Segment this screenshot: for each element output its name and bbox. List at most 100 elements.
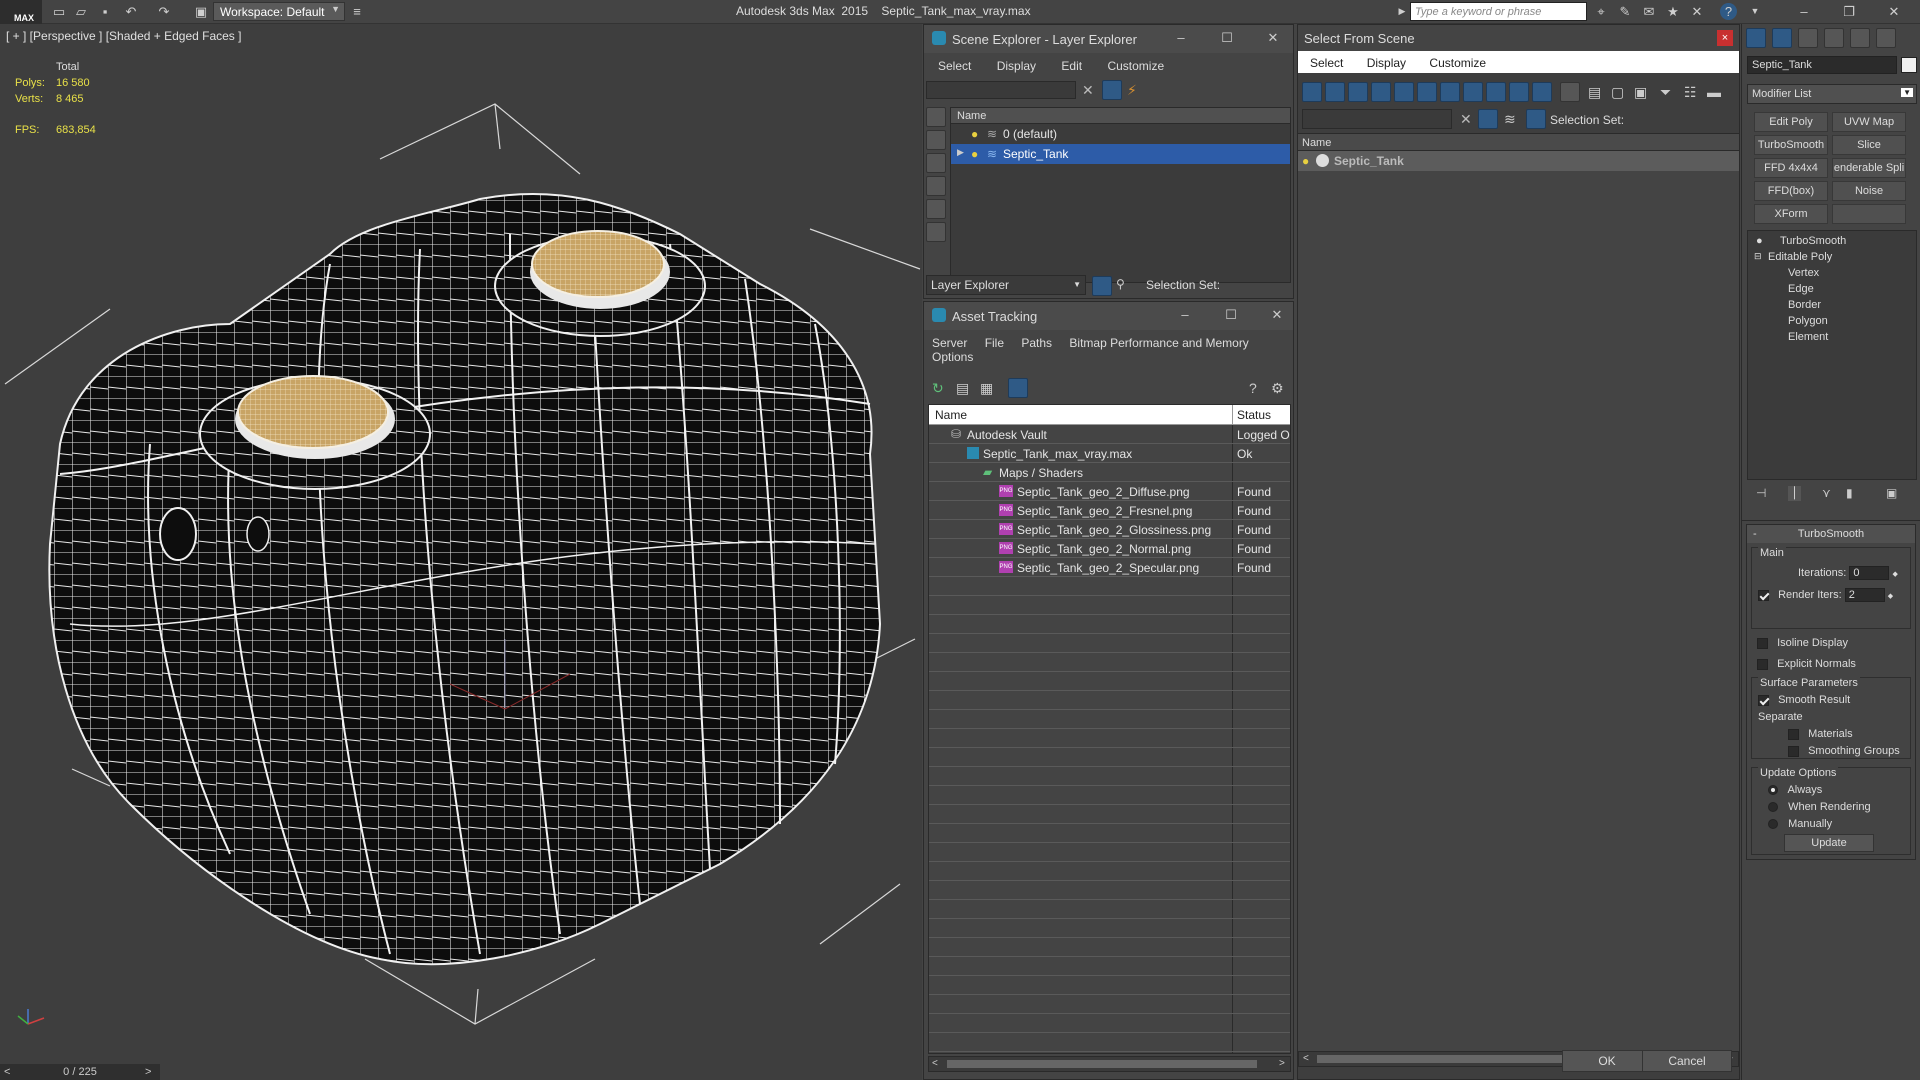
- lightbulb-icon[interactable]: ●: [971, 127, 978, 141]
- hierarchy-mode-icon[interactable]: ⚲: [1116, 277, 1125, 291]
- asset-tracking-titlebar[interactable]: Asset Tracking – ☐ ✕: [924, 302, 1293, 330]
- perspective-viewport[interactable]: [ + ] [Perspective ] [Shaded + Edged Fac…: [0, 24, 922, 1080]
- empty-modifier-button[interactable]: [1832, 204, 1906, 224]
- favorites-star-icon[interactable]: ★: [1664, 3, 1682, 20]
- stack-sub-polygon[interactable]: Polygon: [1752, 315, 1916, 331]
- scene-explorer-titlebar[interactable]: Scene Explorer - Layer Explorer – ☐ ✕: [924, 25, 1293, 53]
- menu-customize[interactable]: Customize: [1429, 56, 1486, 70]
- septic-tank-model[interactable]: [0, 24, 922, 1064]
- object-name-field[interactable]: Septic_Tank: [1747, 56, 1897, 74]
- display-objects-icon[interactable]: [926, 107, 946, 127]
- stack-sub-border[interactable]: Border: [1752, 299, 1916, 315]
- display-geometry-icon[interactable]: [926, 130, 946, 150]
- scene-explorer-search-input[interactable]: [926, 81, 1076, 99]
- menu-bitmap-performance[interactable]: Bitmap Performance and Memory: [1069, 336, 1248, 350]
- display-bones-icon[interactable]: [1486, 82, 1506, 102]
- display-xrefs-icon[interactable]: [1463, 82, 1483, 102]
- update-manually-radio[interactable]: [1768, 819, 1778, 830]
- column-header-status[interactable]: Status: [1237, 408, 1271, 422]
- project-folder-icon[interactable]: ▣: [192, 3, 210, 20]
- close-icon[interactable]: ✕: [1266, 31, 1280, 45]
- utilities-tab-icon[interactable]: [1876, 28, 1896, 48]
- scroll-left-icon[interactable]: <: [932, 1058, 938, 1069]
- display-frozen-icon[interactable]: [1532, 82, 1552, 102]
- display-spacewarps-icon[interactable]: [1417, 82, 1437, 102]
- layer-highlight-icon[interactable]: ⚡: [1127, 82, 1137, 99]
- clear-search-icon[interactable]: ✕: [1460, 111, 1472, 128]
- scroll-left-icon[interactable]: <: [1303, 1053, 1309, 1064]
- redo-icon[interactable]: ↷: [155, 3, 173, 20]
- column-header-name[interactable]: Name: [1298, 134, 1739, 151]
- display-shapes-icon[interactable]: [1325, 82, 1345, 102]
- menu-select[interactable]: Select: [1310, 56, 1343, 70]
- minimize-icon[interactable]: –: [1795, 3, 1813, 20]
- menu-select[interactable]: Select: [938, 59, 971, 73]
- menu-display[interactable]: Display: [997, 59, 1036, 73]
- slice-button[interactable]: Slice: [1832, 135, 1906, 155]
- motion-tab-icon[interactable]: [1824, 28, 1844, 48]
- modifier-list-dropdown[interactable]: Modifier List ▼: [1747, 84, 1917, 104]
- select-from-scene-titlebar[interactable]: Select From Scene ×: [1298, 25, 1739, 51]
- clear-search-icon[interactable]: ✕: [1082, 82, 1094, 99]
- menu-customize[interactable]: Customize: [1107, 59, 1164, 73]
- minimize-icon[interactable]: –: [1174, 31, 1188, 45]
- pin-stack-icon[interactable]: ⊣: [1756, 486, 1766, 500]
- lightbulb-icon[interactable]: ●: [1302, 154, 1309, 168]
- minimize-icon[interactable]: –: [1178, 308, 1192, 322]
- scroll-right-icon[interactable]: >: [1279, 1058, 1285, 1069]
- menu-edit[interactable]: Edit: [1061, 59, 1082, 73]
- workspace-dropdown[interactable]: Workspace: Default ▼: [213, 2, 345, 21]
- maximize-icon[interactable]: ☐: [1224, 308, 1238, 322]
- save-icon[interactable]: ▪: [96, 3, 114, 20]
- help-icon[interactable]: ?: [1720, 3, 1737, 20]
- asset-row-vault[interactable]: ⛁ Autodesk Vault Logged Ou: [929, 425, 1290, 444]
- collapse-icon[interactable]: ▬: [1707, 84, 1721, 100]
- menu-file[interactable]: File: [985, 336, 1004, 350]
- display-containers-icon[interactable]: [1509, 82, 1529, 102]
- maximize-icon[interactable]: ☐: [1220, 31, 1234, 45]
- hierarchy-icon[interactable]: ☷: [1684, 84, 1697, 101]
- display-tab-icon[interactable]: [1850, 28, 1870, 48]
- close-icon[interactable]: ✕: [1885, 3, 1903, 20]
- app-logo[interactable]: MAX: [0, 0, 42, 24]
- layer-icon[interactable]: ≋: [1504, 111, 1516, 128]
- display-helpers-icon[interactable]: [926, 222, 946, 242]
- modify-tab-icon[interactable]: [1772, 28, 1792, 48]
- iterations-spinner[interactable]: 0: [1849, 566, 1890, 580]
- menu-server[interactable]: Server: [932, 336, 967, 350]
- select-search-input[interactable]: [1302, 109, 1452, 129]
- display-groups-icon[interactable]: [1440, 82, 1460, 102]
- lightbulb-icon[interactable]: ●: [971, 147, 978, 161]
- table-view-icon[interactable]: [1008, 378, 1028, 398]
- stack-sub-element[interactable]: Element: [1752, 331, 1916, 347]
- search-input[interactable]: Type a keyword or phrase: [1410, 2, 1587, 21]
- settings-icon[interactable]: ⚙: [1271, 380, 1284, 397]
- stack-item-editable-poly[interactable]: ⊟ Editable Poly: [1752, 251, 1916, 267]
- asset-horizontal-scrollbar[interactable]: < >: [928, 1056, 1291, 1072]
- smooth-result-checkbox[interactable]: [1758, 694, 1769, 706]
- object-row-septic-tank[interactable]: ● Septic_Tank: [1298, 151, 1739, 171]
- refresh-icon[interactable]: ↻: [932, 380, 950, 398]
- explicit-normals-checkbox[interactable]: [1757, 658, 1768, 670]
- open-folder-icon[interactable]: ▱: [72, 3, 90, 20]
- asset-row-diffuse[interactable]: PNG Septic_Tank_geo_2_Diffuse.png Found: [929, 482, 1290, 501]
- update-button[interactable]: Update: [1784, 834, 1874, 852]
- show-end-result-icon[interactable]: ⏐: [1788, 486, 1801, 501]
- select-none-icon[interactable]: ▢: [1611, 84, 1624, 101]
- rollout-header[interactable]: - TurboSmooth: [1747, 525, 1915, 543]
- next-frame-icon[interactable]: >: [145, 1064, 151, 1080]
- tools-icon[interactable]: ✎: [1616, 3, 1634, 20]
- filter-icon[interactable]: ⏷: [1660, 84, 1671, 101]
- asset-row-glossiness[interactable]: PNG Septic_Tank_geo_2_Glossiness.png Fou…: [929, 520, 1290, 539]
- make-unique-icon[interactable]: ⋎: [1822, 486, 1831, 500]
- stack-sub-vertex[interactable]: Vertex: [1752, 267, 1916, 283]
- stack-sub-edge[interactable]: Edge: [1752, 283, 1916, 299]
- undo-icon[interactable]: ↶: [122, 3, 140, 20]
- asset-row-max-file[interactable]: Septic_Tank_max_vray.max Ok: [929, 444, 1290, 463]
- display-helpers-icon[interactable]: [1394, 82, 1414, 102]
- asset-row-normal[interactable]: PNG Septic_Tank_geo_2_Normal.png Found: [929, 539, 1290, 558]
- cancel-button[interactable]: Cancel: [1642, 1050, 1732, 1072]
- turbosmooth-button[interactable]: TurboSmooth: [1754, 135, 1828, 155]
- render-iters-checkbox[interactable]: [1758, 589, 1769, 601]
- search-arrow-icon[interactable]: ▶: [1393, 3, 1411, 20]
